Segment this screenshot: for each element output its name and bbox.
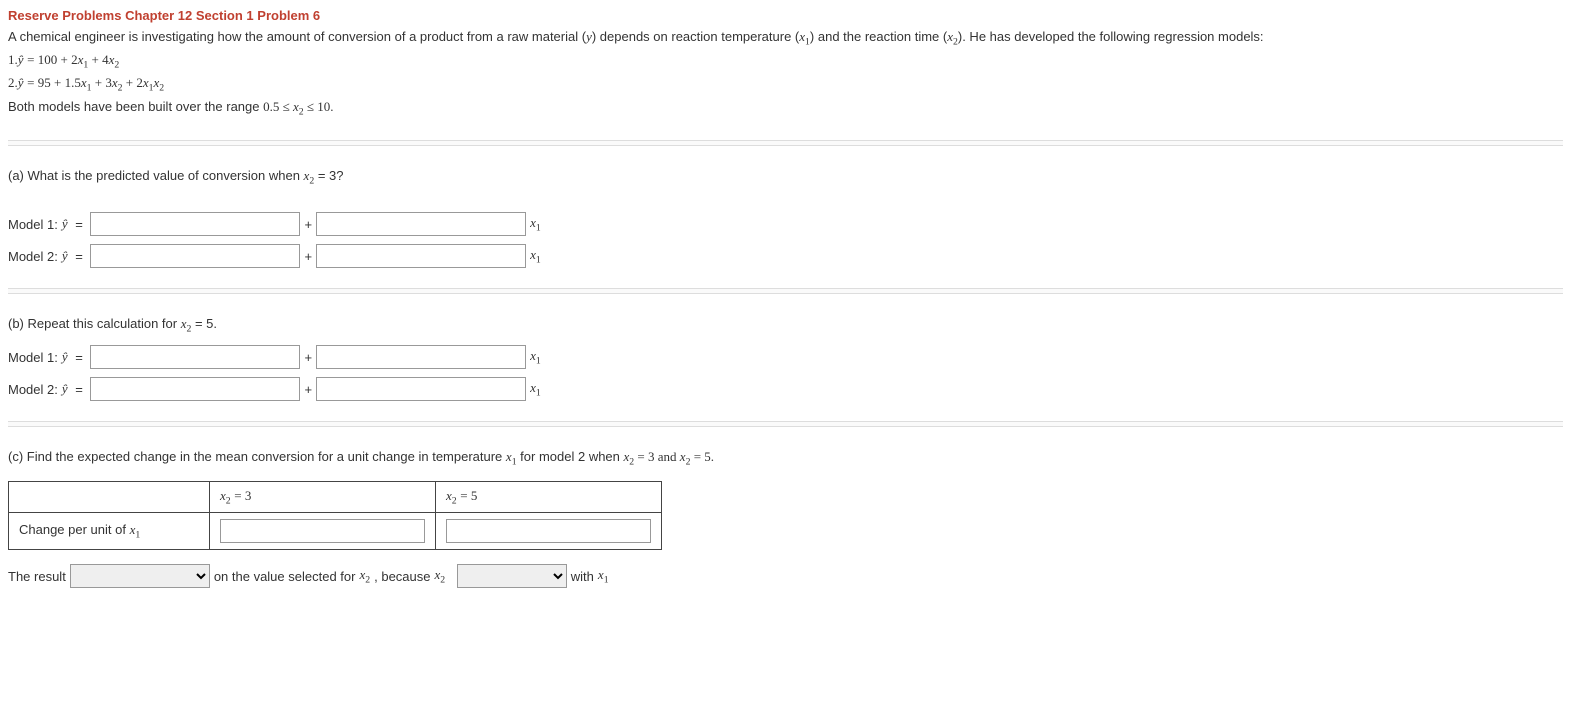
part-b-text-b: = 5. xyxy=(191,316,217,331)
part-c-text-a: (c) Find the expected change in the mean… xyxy=(8,449,506,464)
cell-x2-3 xyxy=(210,513,436,550)
yhat-label: ŷ xyxy=(62,381,68,397)
intro-text-3: ) and the reaction time ( xyxy=(810,29,947,44)
part-b-model2-row: Model 2: ŷ = + x1 xyxy=(8,377,1563,401)
result-x1: x1 xyxy=(598,567,609,586)
equation-1-body: = 100 + 2x1 + 4x2 xyxy=(27,52,119,67)
var-x1: x1 xyxy=(799,29,810,44)
equation-2-body: = 95 + 1.5x1 + 3x2 + 2x1x2 xyxy=(27,75,164,90)
part-c-input-x2-3[interactable] xyxy=(220,519,425,543)
problem-intro: A chemical engineer is investigating how… xyxy=(8,27,1563,120)
part-c-input-x2-5[interactable] xyxy=(446,519,651,543)
divider xyxy=(8,288,1563,294)
range-expr: 0.5 ≤ x2 ≤ 10. xyxy=(263,99,333,114)
part-b-model1-input-1[interactable] xyxy=(90,345,300,369)
equation-1: ŷ xyxy=(18,52,24,67)
trail-x1: x1 xyxy=(530,348,541,367)
part-b-text-a: (b) Repeat this calculation for xyxy=(8,316,181,331)
part-c-table: x2 = 3 x2 = 5 Change per unit of x1 xyxy=(8,481,662,551)
part-a-text-b: = 3? xyxy=(314,168,343,183)
yhat-label: ŷ xyxy=(62,248,68,264)
trail-x1: x1 xyxy=(530,380,541,399)
result-text-b: on the value selected for xyxy=(214,569,356,584)
part-a-model2-row: Model 2: ŷ = + x1 xyxy=(8,244,1563,268)
part-b-question: (b) Repeat this calculation for x2 = 5. xyxy=(8,314,1563,337)
table-header-blank xyxy=(9,481,210,513)
model2-label: Model 2: xyxy=(8,249,58,264)
row-label: Change per unit of x1 xyxy=(9,513,210,550)
part-c-text-d: = 5. xyxy=(690,449,714,464)
model2-label: Model 2: xyxy=(8,382,58,397)
plus-sign: + xyxy=(304,217,312,232)
trail-x1: x1 xyxy=(530,247,541,266)
divider xyxy=(8,421,1563,427)
model1-label: Model 1: xyxy=(8,217,58,232)
cell-x2-5 xyxy=(436,513,662,550)
var-x2: x2 xyxy=(947,29,958,44)
part-a-question: (a) What is the predicted value of conve… xyxy=(8,166,1563,189)
table-header-x2-3: x2 = 3 xyxy=(210,481,436,513)
part-a-model1-input-2[interactable] xyxy=(316,212,526,236)
result-dropdown-1[interactable] xyxy=(70,564,210,588)
result-text-d: with xyxy=(571,569,594,584)
part-c-question: (c) Find the expected change in the mean… xyxy=(8,447,1563,470)
problem-title: Reserve Problems Chapter 12 Section 1 Pr… xyxy=(8,8,1563,23)
part-c-result-row: The result on the value selected for x2,… xyxy=(8,564,1563,588)
part-a-model2-input-1[interactable] xyxy=(90,244,300,268)
part-b-model2-input-2[interactable] xyxy=(316,377,526,401)
table-header-row: x2 = 3 x2 = 5 xyxy=(9,481,662,513)
result-text-c: , because xyxy=(374,569,430,584)
result-x2: x2 xyxy=(359,567,370,586)
part-b-model1-row: Model 1: ŷ = + x1 xyxy=(8,345,1563,369)
table-header-x2-5: x2 = 5 xyxy=(436,481,662,513)
plus-sign: + xyxy=(304,382,312,397)
part-a-model1-row: Model 1: ŷ = + x1 xyxy=(8,212,1563,236)
part-c-x2a: x2 xyxy=(624,449,635,464)
table-row: Change per unit of x1 xyxy=(9,513,662,550)
part-a-x2: x2 xyxy=(304,168,315,183)
plus-sign: + xyxy=(304,350,312,365)
eq2-prefix: 2. xyxy=(8,75,18,90)
part-b-model1-input-2[interactable] xyxy=(316,345,526,369)
eq1-prefix: 1. xyxy=(8,52,18,67)
part-c-text-b: for model 2 when xyxy=(517,449,624,464)
intro-text-2: ) depends on reaction temperature ( xyxy=(592,29,799,44)
range-text-a: Both models have been built over the ran… xyxy=(8,99,263,114)
result-text-a: The result xyxy=(8,569,66,584)
part-a-text-a: (a) What is the predicted value of conve… xyxy=(8,168,304,183)
plus-sign: + xyxy=(304,249,312,264)
part-a-model1-input-1[interactable] xyxy=(90,212,300,236)
part-c-x1: x1 xyxy=(506,449,517,464)
part-c-text-c: = 3 and xyxy=(634,449,680,464)
part-c-x2b: x2 xyxy=(680,449,691,464)
result-dropdown-2[interactable] xyxy=(457,564,567,588)
yhat-label: ŷ xyxy=(62,216,68,232)
part-b-model2-input-1[interactable] xyxy=(90,377,300,401)
equation-2: ŷ xyxy=(18,75,24,90)
trail-x1: x1 xyxy=(530,215,541,234)
part-a-model2-input-2[interactable] xyxy=(316,244,526,268)
divider xyxy=(8,140,1563,146)
intro-text-1: A chemical engineer is investigating how… xyxy=(8,29,586,44)
result-x2b: x2 xyxy=(435,567,446,586)
intro-text-4: ). He has developed the following regres… xyxy=(958,29,1264,44)
part-b-x2: x2 xyxy=(181,316,192,331)
model1-label: Model 1: xyxy=(8,350,58,365)
yhat-label: ŷ xyxy=(62,349,68,365)
